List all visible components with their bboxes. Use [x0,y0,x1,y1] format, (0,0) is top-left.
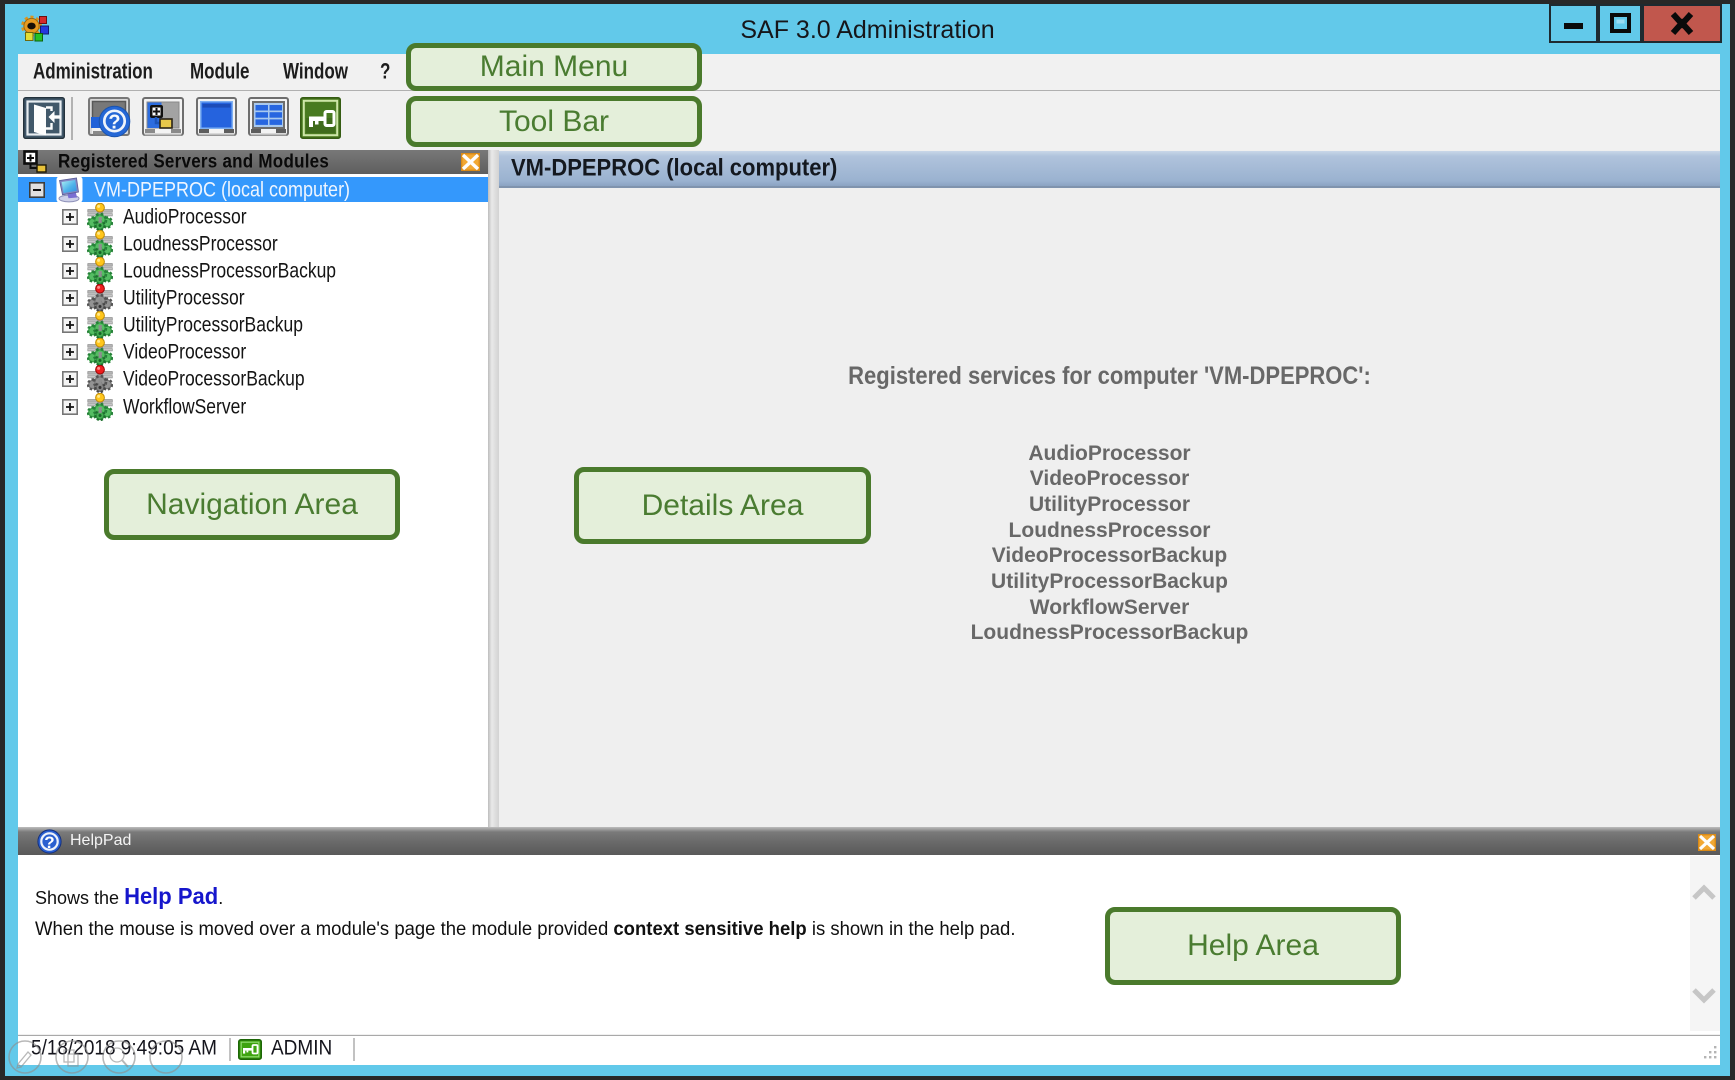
svg-text:?: ? [108,112,120,134]
svg-text:?: ? [44,833,54,852]
